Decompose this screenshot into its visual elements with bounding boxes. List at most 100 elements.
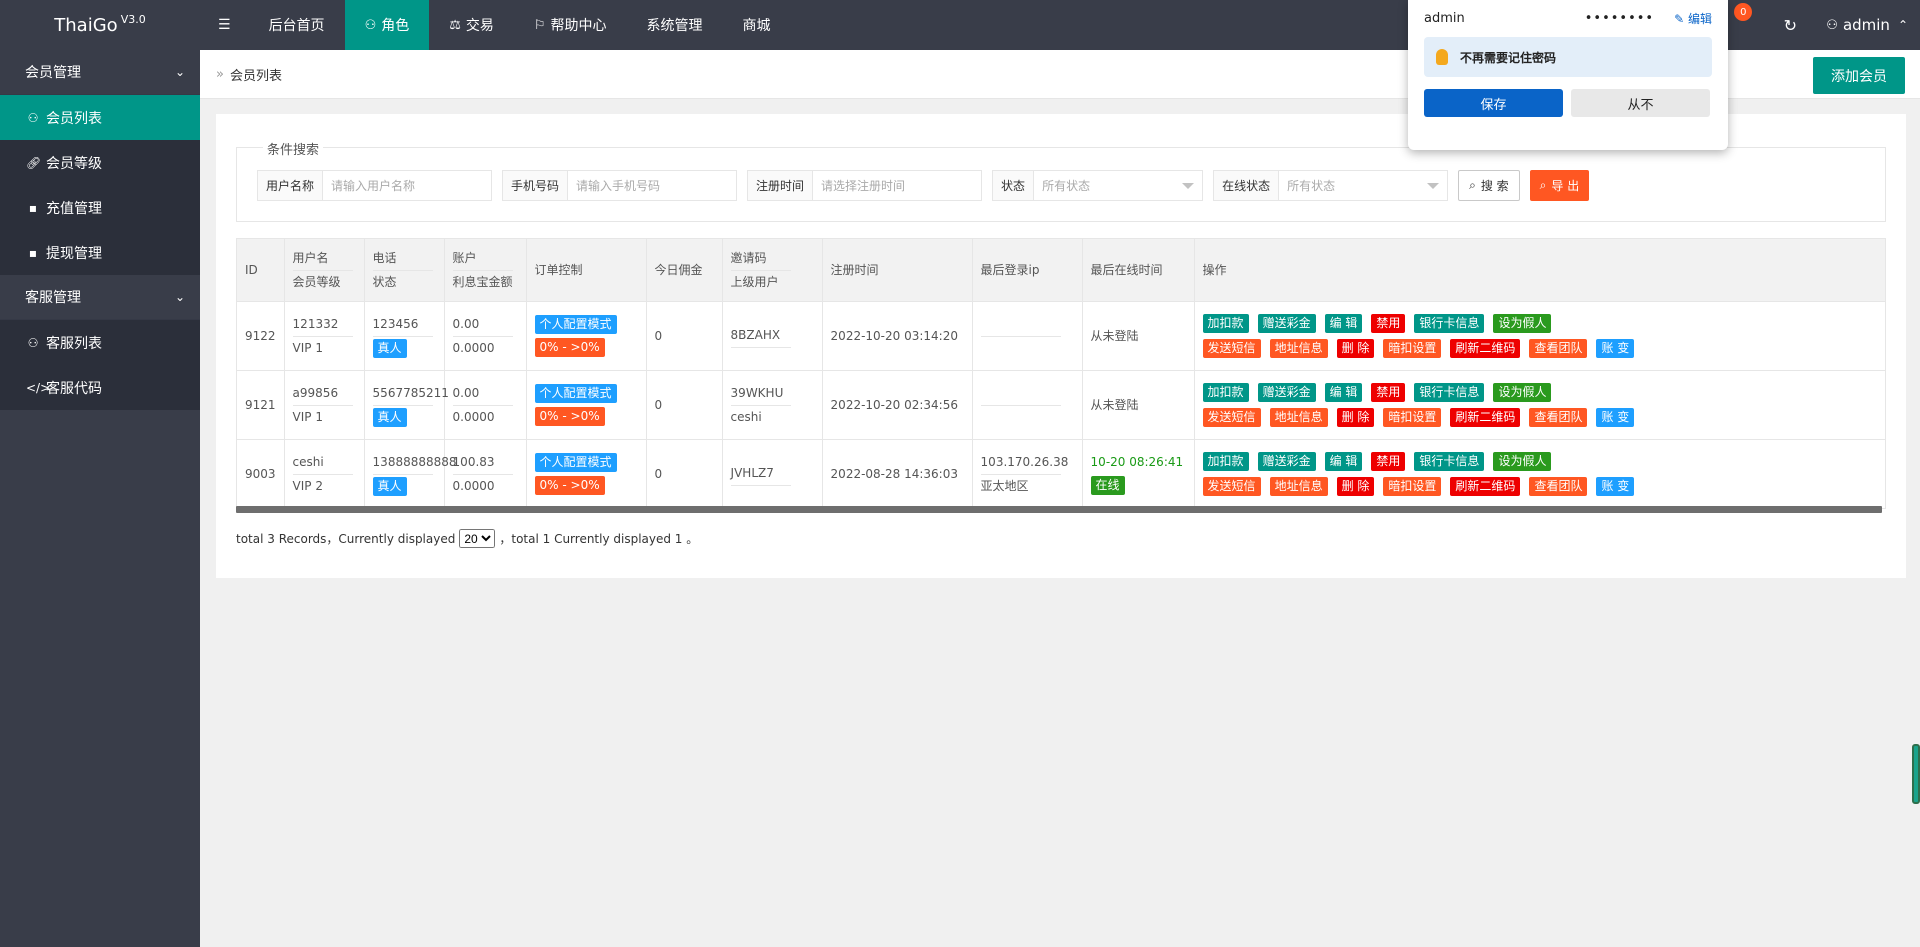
cell-regtime: 2022-10-20 02:34:56 [821, 370, 973, 440]
op-button[interactable]: 编 辑 [1324, 383, 1363, 402]
order-range-badge[interactable]: 0% - >0% [534, 338, 605, 357]
regtime-input[interactable] [813, 171, 982, 200]
op-button[interactable]: 刷新二维码 [1450, 339, 1521, 358]
op-button[interactable]: 刷新二维码 [1450, 477, 1521, 496]
op-button[interactable]: 账 变 [1596, 477, 1635, 496]
never-save-button[interactable]: 从不 [1571, 89, 1710, 117]
app-name: ThaiGo [54, 14, 118, 36]
op-button[interactable]: 编 辑 [1324, 314, 1363, 333]
username: ceshi [292, 451, 353, 475]
refresh-button[interactable]: ↻ [1770, 0, 1810, 50]
op-button[interactable]: 查看团队 [1529, 339, 1588, 358]
op-button[interactable]: 发送短信 [1202, 339, 1261, 358]
order-mode-badge[interactable]: 个人配置模式 [534, 384, 617, 403]
page-size-select[interactable]: 20 [459, 529, 496, 548]
sidebar: 会员管理 ⌄ ⚇ 会员列表 🔗︎ 会员等级 ▪ 充值管理 ▪ 提现管理 客服管理 ⌄ ⚇… [0, 50, 200, 947]
op-button[interactable]: 设为假人 [1493, 452, 1552, 471]
op-button[interactable]: 赠送彩金 [1257, 452, 1316, 471]
sidebar-item-label: 充值管理 [46, 200, 102, 217]
sidebar-group-members[interactable]: 会员管理 ⌄ [0, 50, 200, 95]
op-button[interactable]: 账 变 [1596, 339, 1635, 358]
col-commission: 今日佣金 [645, 238, 723, 302]
menu-toggle-button[interactable]: ☰ [200, 0, 249, 50]
user-icon: ⚇ [1826, 17, 1838, 33]
col-account: 账户 利息宝金额 [443, 238, 527, 302]
horizontal-scrollbar[interactable] [236, 506, 1882, 513]
sidebar-item-member-list[interactable]: ⚇ 会员列表 [0, 95, 200, 140]
sidebar-group-service[interactable]: 客服管理 ⌄ [0, 275, 200, 320]
op-button[interactable]: 地址信息 [1269, 339, 1328, 358]
cell-id: 9003 [236, 439, 285, 509]
topnav-home[interactable]: 后台首页 [249, 0, 345, 50]
sidebar-item-member-level[interactable]: 🔗︎ 会员等级 [0, 140, 200, 185]
order-mode-badge[interactable]: 个人配置模式 [534, 453, 617, 472]
op-button[interactable]: 禁用 [1371, 452, 1406, 471]
parent-user: ceshi [730, 409, 762, 424]
op-button[interactable]: 编 辑 [1324, 452, 1363, 471]
filter-row: 用户名称 手机号码 注册时间 状态 所有状态 在线状态 [257, 170, 1590, 201]
op-button[interactable]: 禁用 [1371, 383, 1406, 402]
status-badge: 真人 [372, 338, 407, 358]
link-icon: 🔗︎ [26, 155, 42, 170]
username-input[interactable] [323, 171, 492, 200]
op-button[interactable]: 地址信息 [1269, 477, 1328, 496]
op-button[interactable]: 刷新二维码 [1450, 408, 1521, 427]
save-password-button[interactable]: 保存 [1424, 89, 1563, 117]
op-button[interactable]: 设为假人 [1493, 383, 1552, 402]
topnav-help[interactable]: ⚐ 帮助中心 [514, 0, 627, 50]
order-range-badge[interactable]: 0% - >0% [534, 407, 605, 426]
phone: 123456 [372, 313, 433, 337]
add-member-button[interactable]: 添加会员 [1813, 57, 1905, 94]
search-button[interactable]: ⌕ 搜 索 [1458, 170, 1520, 201]
topnav-trade[interactable]: ⚖ 交易 [429, 0, 514, 50]
online-select[interactable]: 所有状态 [1279, 171, 1447, 200]
op-button[interactable]: 加扣款 [1202, 314, 1249, 333]
breadcrumb-current[interactable]: 会员列表 [230, 65, 282, 84]
sidebar-item-label: 客服代码 [46, 380, 102, 397]
order-range-badge[interactable]: 0% - >0% [534, 476, 605, 495]
op-button[interactable]: 删 除 [1336, 477, 1375, 496]
app-logo[interactable]: ThaiGo V3.0 [0, 0, 200, 50]
page-scroll-handle[interactable] [1912, 744, 1920, 804]
op-button[interactable]: 删 除 [1336, 339, 1375, 358]
topnav-system[interactable]: 系统管理 [627, 0, 723, 50]
order-mode-badge[interactable]: 个人配置模式 [534, 315, 617, 334]
notification-button[interactable]: 0 [1726, 0, 1770, 50]
sidebar-item-recharge[interactable]: ▪ 充值管理 [0, 185, 200, 230]
topnav-system-label: 系统管理 [646, 18, 703, 34]
status-badge: 真人 [372, 407, 407, 427]
op-button[interactable]: 暗扣设置 [1383, 339, 1442, 358]
op-button[interactable]: 暗扣设置 [1383, 408, 1442, 427]
op-button[interactable]: 删 除 [1336, 408, 1375, 427]
op-button[interactable]: 赠送彩金 [1257, 314, 1316, 333]
credential-username: admin [1424, 11, 1465, 26]
op-button[interactable]: 禁用 [1371, 314, 1406, 333]
refresh-icon: ↻ [1783, 15, 1797, 35]
op-button[interactable]: 发送短信 [1202, 408, 1261, 427]
export-button[interactable]: ⌕ 导 出 [1529, 170, 1590, 201]
topnav-role[interactable]: ⚇ 角色 [344, 0, 430, 50]
op-button[interactable]: 地址信息 [1269, 408, 1328, 427]
op-button[interactable]: 查看团队 [1529, 408, 1588, 427]
sidebar-item-withdraw[interactable]: ▪ 提现管理 [0, 230, 200, 275]
flag-icon: ⚐ [533, 17, 546, 33]
sidebar-item-service-code[interactable]: </> 客服代码 [0, 365, 200, 410]
edit-credential-link[interactable]: ✎ 编辑 [1674, 10, 1712, 27]
op-button[interactable]: 暗扣设置 [1383, 477, 1442, 496]
op-button[interactable]: 加扣款 [1202, 452, 1249, 471]
op-button[interactable]: 银行卡信息 [1414, 383, 1485, 402]
op-button[interactable]: 银行卡信息 [1414, 452, 1485, 471]
status-select[interactable]: 所有状态 [1034, 171, 1202, 200]
op-button[interactable]: 银行卡信息 [1414, 314, 1485, 333]
phone-input[interactable] [568, 171, 737, 200]
op-button[interactable]: 设为假人 [1493, 314, 1552, 333]
pager: total 3 Records，Currently displayed 20 ，… [236, 529, 698, 548]
sidebar-item-service-list[interactable]: ⚇ 客服列表 [0, 320, 200, 365]
op-button[interactable]: 发送短信 [1202, 477, 1261, 496]
op-button[interactable]: 加扣款 [1202, 383, 1249, 402]
op-button[interactable]: 账 变 [1596, 408, 1635, 427]
topnav-shop[interactable]: 商城 [723, 0, 791, 50]
op-button[interactable]: 查看团队 [1529, 477, 1588, 496]
user-menu[interactable]: ⚇ admin ⌃ [1810, 0, 1920, 50]
op-button[interactable]: 赠送彩金 [1257, 383, 1316, 402]
